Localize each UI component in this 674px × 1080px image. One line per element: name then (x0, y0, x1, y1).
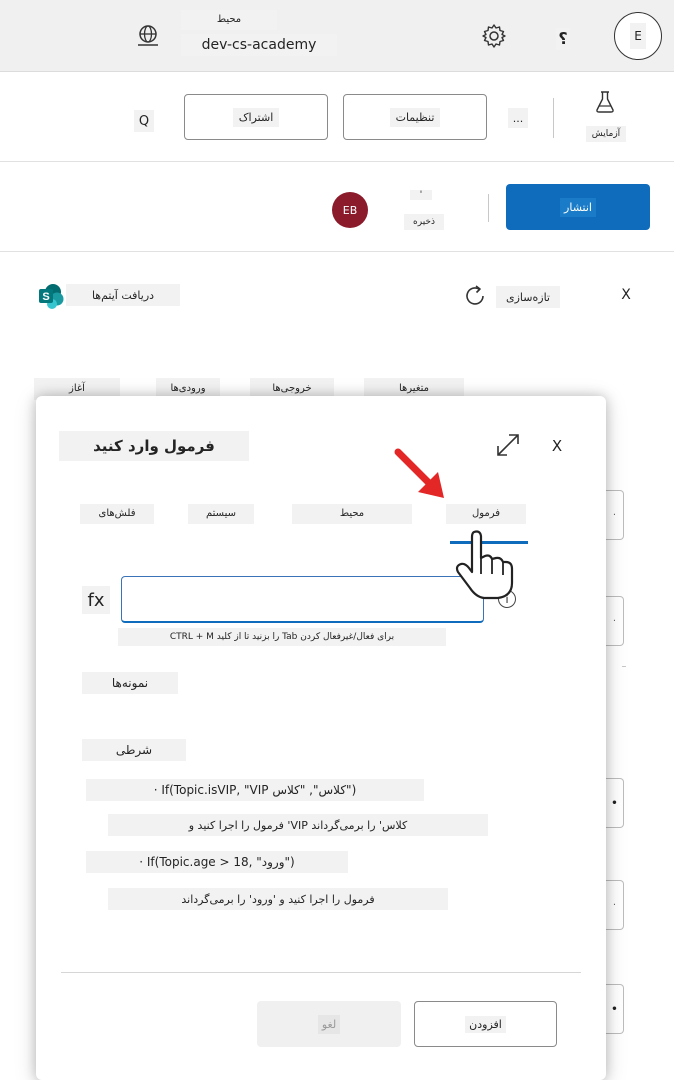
environment-name[interactable]: dev-cs-academy (181, 34, 337, 56)
save-status-dot: ' (410, 190, 432, 200)
svg-text:S: S (42, 291, 49, 303)
cancel-button[interactable]: لغو (257, 1001, 401, 1047)
more-button[interactable]: ... (508, 108, 528, 128)
environment-label: محیط (181, 10, 277, 30)
formula-input[interactable] (121, 576, 484, 623)
sharepoint-logo-icon: S (38, 283, 64, 309)
example-desc-1: فرمول را اجرا کنید و 'VIP کلاس' را برمی‌… (108, 814, 488, 836)
background-divider (622, 666, 626, 667)
examples-heading: نمونه‌ها (82, 672, 178, 694)
example-code-1[interactable]: · If(Topic.isVIP, "VIP کلاس", "کلاس") (86, 779, 424, 801)
red-arrow-icon (392, 446, 452, 506)
example-code-2[interactable]: · If(Topic.age > 18, "ورود") (86, 851, 348, 873)
test-button[interactable]: آزمایش (584, 88, 628, 144)
formula-dialog: فرمول وارد کنید X فرمول محیط سیستم فلش‌ه… (36, 396, 606, 1080)
publish-button[interactable]: انتشار (506, 184, 650, 230)
conditional-heading: شرطی (82, 739, 186, 761)
dialog-title: فرمول وارد کنید (59, 431, 249, 461)
panel-title: دریافت آیتم‌ها (66, 284, 180, 306)
keyboard-hint: CTRL + M را بزنید تا از کلید Tab برای فع… (118, 628, 446, 646)
help-button[interactable]: ؟ (556, 28, 570, 50)
cancel-label: لغو (317, 1014, 341, 1034)
dialog-footer-divider (61, 972, 581, 973)
publish-divider (488, 194, 489, 222)
insert-button[interactable]: افزودن (414, 1001, 557, 1047)
background-field-edge: · (606, 596, 624, 646)
tab-flows[interactable]: فلش‌های (80, 504, 154, 524)
gear-icon[interactable] (480, 22, 508, 50)
insert-label: افزودن (465, 1015, 506, 1033)
publish-label: انتشار (560, 197, 596, 217)
globe-icon[interactable] (134, 22, 162, 50)
share-button[interactable]: اشتراک (184, 94, 328, 140)
dialog-close-button[interactable]: X (548, 435, 566, 457)
example-desc-2: فرمول را اجرا کنید و 'ورود' را برمی‌گردا… (108, 888, 448, 910)
background-field-edge: · (606, 490, 624, 540)
collaborator-avatar[interactable]: EB (332, 192, 368, 228)
background-field-edge: • (606, 778, 624, 828)
tab-environment[interactable]: محیط (292, 504, 412, 524)
hand-pointer-icon (452, 528, 518, 600)
fx-label: fx (82, 586, 110, 614)
background-field-edge: · (606, 880, 624, 930)
expand-icon[interactable] (494, 431, 522, 459)
tab-formula[interactable]: فرمول (446, 504, 526, 524)
save-status-label: ذخیره (404, 214, 444, 230)
share-label: اشتراک (232, 107, 280, 127)
toolbar: Q اشتراک تنظیمات ... آزمایش (0, 72, 674, 162)
settings-button[interactable]: تنظیمات (343, 94, 487, 140)
refresh-icon[interactable] (462, 283, 488, 309)
panel-close-button[interactable]: X (616, 284, 636, 306)
background-field-edge: • (606, 984, 624, 1034)
test-label: آزمایش (586, 126, 626, 142)
search-button[interactable]: Q (134, 110, 154, 132)
tab-system[interactable]: سیستم (188, 504, 254, 524)
top-bar: محیط dev-cs-academy ؟ E (0, 0, 674, 72)
toolbar-divider (553, 98, 554, 138)
publish-row: انتشار ' ذخیره EB (0, 162, 674, 252)
user-initial: E (630, 23, 646, 49)
flask-icon (594, 90, 616, 114)
settings-label: تنظیمات (389, 107, 441, 127)
user-avatar[interactable]: E (614, 12, 662, 60)
refresh-button[interactable]: تازه‌سازی (496, 286, 560, 308)
